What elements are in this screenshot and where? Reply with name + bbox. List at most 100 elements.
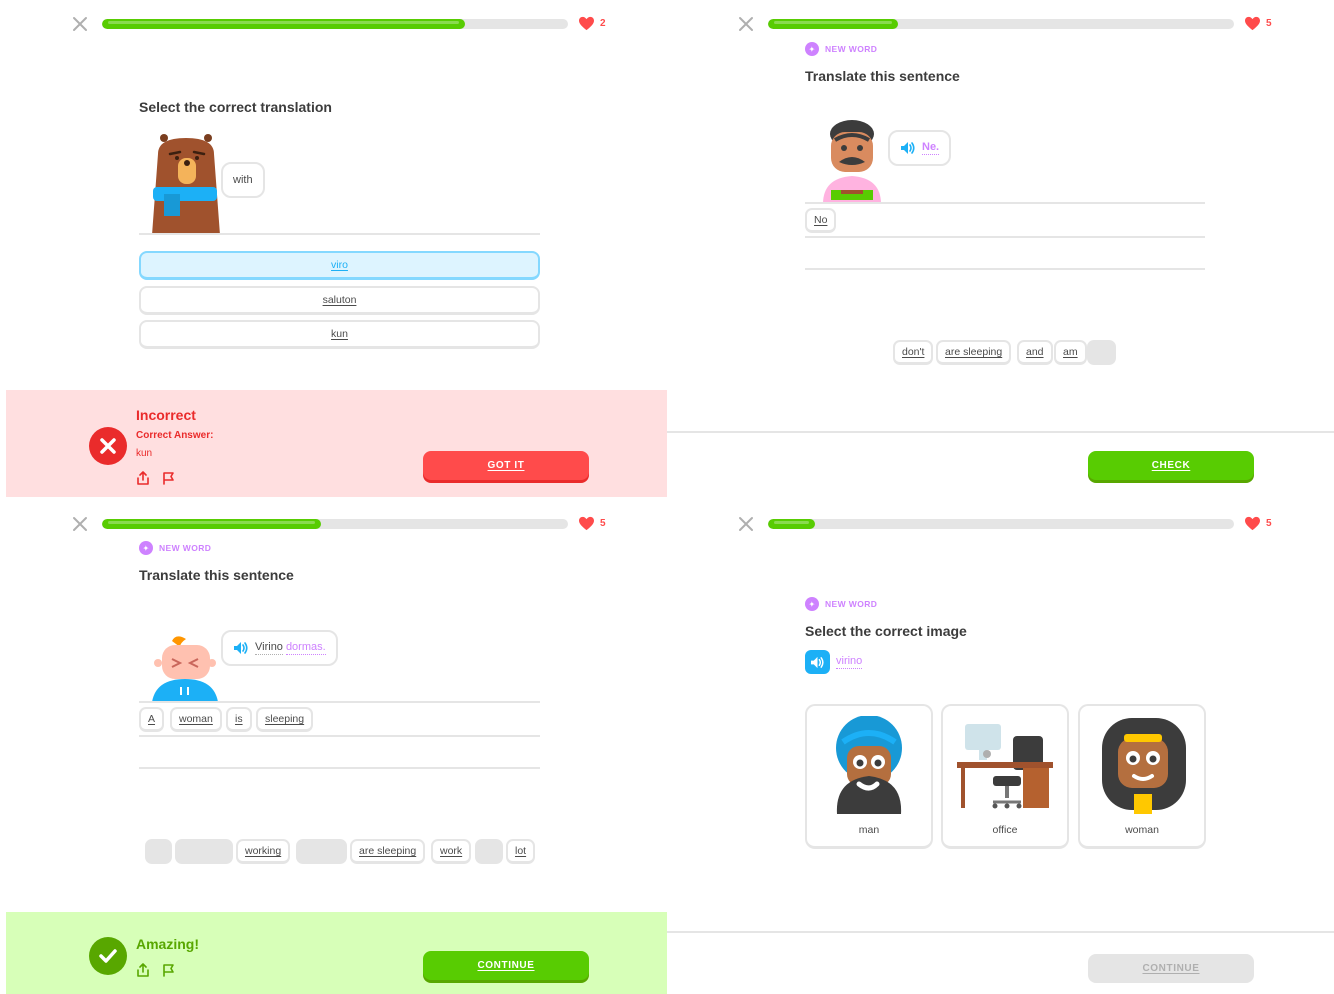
panel-translate-virino: 5 ✦ NEW WORD Translate this sentence Viri… bbox=[0, 497, 667, 994]
word-bank-are-sleeping[interactable]: are sleeping bbox=[350, 839, 426, 864]
new-word-badge: ✦ NEW WORD bbox=[805, 42, 877, 56]
progress-fill bbox=[768, 519, 815, 529]
divider bbox=[139, 233, 540, 235]
answer-line-1 bbox=[139, 701, 540, 703]
sparkle-icon: ✦ bbox=[805, 42, 819, 56]
speaker-icon bbox=[811, 656, 824, 668]
incorrect-icon bbox=[89, 427, 127, 465]
hearts-count: 2 bbox=[600, 18, 606, 29]
heart-icon bbox=[579, 16, 594, 31]
answer-chip-sleeping[interactable]: sleeping bbox=[256, 707, 314, 732]
sparkle-icon: ✦ bbox=[805, 597, 819, 611]
option-saluton[interactable]: saluton bbox=[139, 286, 540, 315]
close-icon[interactable] bbox=[738, 16, 754, 32]
bubble-text: with bbox=[233, 174, 253, 186]
feedback-incorrect-footer: Incorrect Correct Answer: kun GOT IT bbox=[6, 390, 667, 497]
speaker-icon[interactable] bbox=[900, 141, 916, 155]
continue-button[interactable]: CONTINUE bbox=[423, 951, 589, 980]
correct-answer-value: kun bbox=[136, 448, 153, 459]
answer-line-3 bbox=[805, 268, 1205, 270]
answer-line-2 bbox=[805, 236, 1205, 238]
answer-line-3 bbox=[139, 767, 540, 769]
share-icon[interactable] bbox=[136, 963, 150, 977]
heart-icon bbox=[579, 516, 594, 531]
word-bank-empty-slot bbox=[475, 839, 503, 864]
progress-bar bbox=[768, 519, 1234, 529]
speech-bubble: with bbox=[221, 162, 265, 198]
hearts-count: 5 bbox=[600, 518, 606, 529]
word-bank-empty-slot bbox=[1087, 340, 1116, 365]
character-man-mustache bbox=[823, 120, 881, 204]
panel-select-translation: 2 Select the correct translation with vi… bbox=[0, 0, 667, 497]
sparkle-icon: ✦ bbox=[139, 541, 153, 555]
audio-button[interactable] bbox=[805, 650, 830, 674]
image-card-office[interactable]: office bbox=[941, 704, 1069, 849]
hearts-count: 5 bbox=[1266, 518, 1272, 529]
challenge-title: Select the correct translation bbox=[139, 99, 332, 115]
image-card-man[interactable]: man bbox=[805, 704, 933, 849]
progress-fill bbox=[768, 19, 899, 29]
flag-icon[interactable] bbox=[161, 963, 175, 977]
check-button[interactable]: CHECK bbox=[1088, 451, 1254, 480]
word-bank-empty-slot bbox=[175, 839, 233, 864]
speech-bubble: Virino dormas. bbox=[221, 630, 338, 666]
option-viro[interactable]: viro bbox=[139, 251, 540, 280]
word-bank-and[interactable]: and bbox=[1017, 340, 1053, 365]
bubble-text: Ne. bbox=[922, 141, 940, 155]
speaker-icon[interactable] bbox=[233, 641, 249, 655]
answer-chip-is[interactable]: is bbox=[226, 707, 252, 732]
speech-bubble: Ne. bbox=[888, 130, 952, 166]
bubble-word-virino[interactable]: Virino bbox=[255, 641, 283, 655]
heart-icon bbox=[1245, 16, 1260, 31]
option-kun[interactable]: kun bbox=[139, 320, 540, 349]
image-label-man: man bbox=[858, 824, 880, 836]
word-bank-working[interactable]: working bbox=[236, 839, 291, 864]
check-circle-icon bbox=[89, 937, 127, 975]
challenge-title: Select the correct image bbox=[805, 623, 967, 639]
office-desk-image bbox=[957, 724, 1053, 809]
heart-icon bbox=[1245, 516, 1260, 531]
challenge-title: Translate this sentence bbox=[805, 68, 960, 84]
progress-bar bbox=[102, 19, 568, 29]
feedback-correct-footer: Amazing! CONTINUE bbox=[6, 912, 667, 994]
word-bank-lot[interactable]: lot bbox=[506, 839, 536, 864]
share-icon[interactable] bbox=[136, 471, 150, 485]
flag-icon[interactable] bbox=[161, 471, 175, 485]
word-bank-empty-slot bbox=[145, 839, 172, 864]
close-icon[interactable] bbox=[72, 516, 88, 532]
panel-translate-ne: 5 ✦ NEW WORD Translate this sentence Ne. … bbox=[667, 0, 1334, 497]
continue-button-disabled[interactable]: CONTINUE bbox=[1088, 954, 1254, 983]
answer-chip-a[interactable]: A bbox=[139, 707, 165, 732]
bubble-word-dormas[interactable]: dormas. bbox=[285, 641, 326, 655]
progress-fill bbox=[102, 19, 466, 29]
got-it-button[interactable]: GOT IT bbox=[423, 451, 589, 480]
answer-chip-no[interactable]: No bbox=[805, 208, 837, 233]
progress-bar bbox=[768, 19, 1234, 29]
image-label-woman: woman bbox=[1125, 824, 1159, 836]
close-icon[interactable] bbox=[738, 516, 754, 532]
word-bank-work[interactable]: work bbox=[431, 839, 472, 864]
feedback-status: Amazing! bbox=[136, 936, 199, 952]
character-sleeping bbox=[152, 636, 218, 702]
woman-image bbox=[1102, 718, 1186, 814]
hearts-count: 5 bbox=[1266, 18, 1272, 29]
progress-bar bbox=[102, 519, 568, 529]
word-bank-am[interactable]: am bbox=[1054, 340, 1087, 365]
correct-answer-label: Correct Answer: bbox=[136, 430, 214, 441]
panel-select-image: 5 ✦ NEW WORD Select the correct image vir… bbox=[667, 497, 1334, 994]
answer-line-1 bbox=[805, 202, 1205, 204]
footer-divider bbox=[667, 431, 1334, 433]
image-label-office: office bbox=[992, 824, 1018, 836]
man-turban-image bbox=[836, 716, 902, 814]
answer-line-2 bbox=[139, 735, 540, 737]
word-bank-dont[interactable]: don't bbox=[893, 340, 934, 365]
word-bank-are-sleeping[interactable]: are sleeping bbox=[936, 340, 1012, 365]
footer-divider bbox=[667, 931, 1334, 933]
audio-word[interactable]: virino bbox=[836, 655, 863, 669]
close-icon[interactable] bbox=[72, 16, 88, 32]
feedback-status: Incorrect bbox=[136, 407, 196, 423]
new-word-badge: ✦ NEW WORD bbox=[139, 541, 211, 555]
image-card-woman[interactable]: woman bbox=[1078, 704, 1206, 849]
answer-chip-woman[interactable]: woman bbox=[170, 707, 222, 732]
challenge-title: Translate this sentence bbox=[139, 567, 294, 583]
